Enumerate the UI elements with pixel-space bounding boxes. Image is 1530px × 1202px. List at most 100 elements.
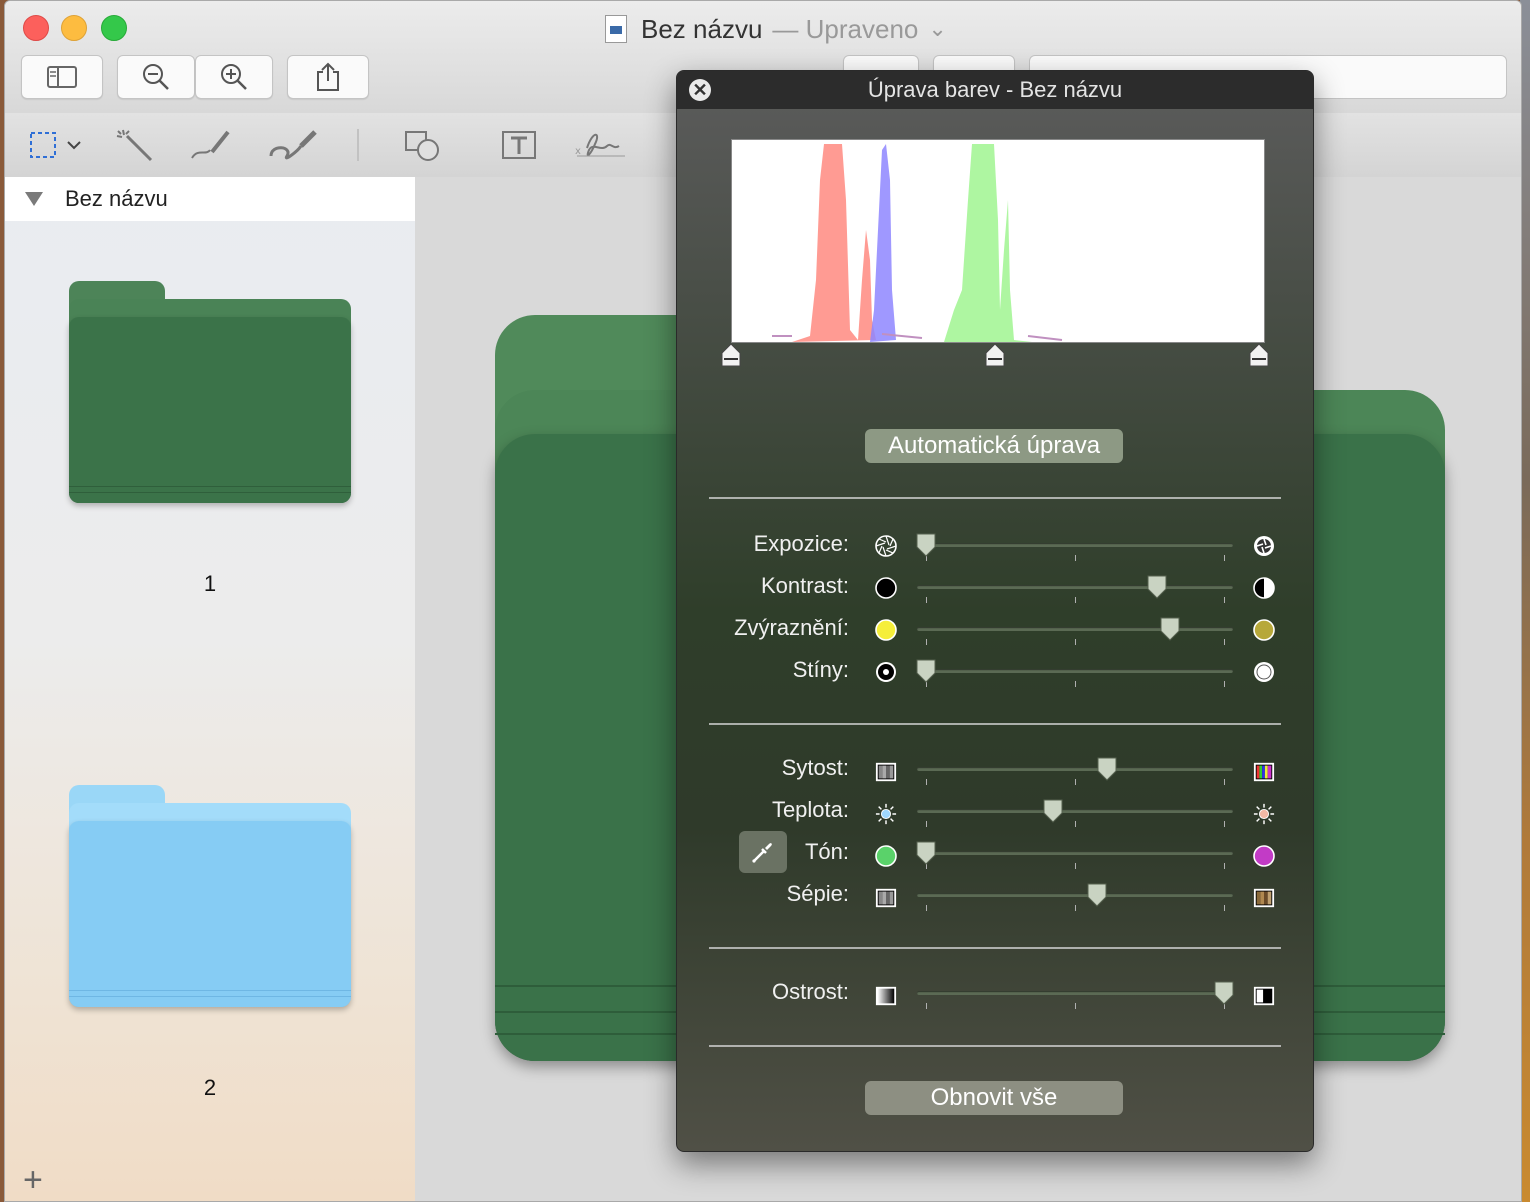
rect-select-tool[interactable] — [23, 125, 93, 165]
contrast-slider[interactable] — [917, 575, 1233, 603]
shadows-slider[interactable] — [916, 659, 1233, 687]
svg-text:x: x — [575, 146, 581, 157]
disclosure-triangle-icon[interactable] — [25, 192, 43, 206]
instant-alpha-icon — [116, 129, 153, 162]
white-point-handle[interactable] — [1249, 343, 1269, 367]
sepia-label: Sépie: — [786, 881, 849, 906]
sharpness-label: Ostrost: — [771, 979, 849, 1004]
sun-cool-icon — [875, 803, 897, 825]
sidebar-document-header[interactable]: Bez názvu — [5, 177, 415, 221]
temperature-slider[interactable] — [917, 799, 1233, 827]
minimize-window-button[interactable] — [61, 15, 87, 41]
sign-icon: x — [575, 133, 625, 157]
slider-tick — [926, 1003, 927, 1009]
slider-tick — [1075, 821, 1076, 827]
gray-swatch-icon — [875, 888, 897, 908]
zoom-out-icon — [143, 64, 169, 90]
circle-white-icon — [1254, 662, 1274, 682]
zoom-out-button[interactable] — [117, 55, 195, 99]
kontrast-slider-knob[interactable] — [1146, 575, 1168, 599]
zoom-in-button[interactable] — [195, 55, 273, 99]
reset-all-button[interactable]: Obnovit vše — [865, 1081, 1123, 1115]
panel-divider — [709, 497, 1281, 499]
slider-tick — [1224, 779, 1225, 785]
sharp-swatch-icon — [1253, 986, 1275, 1006]
contrast-label: Kontrast: — [760, 573, 849, 598]
slider-tick — [926, 821, 927, 827]
thumbnail-page-1[interactable] — [69, 281, 351, 503]
auto-levels-button[interactable]: Automatická úprava — [865, 429, 1123, 463]
thumbnail-page-2[interactable] — [69, 785, 351, 1007]
slider-tick — [1224, 639, 1225, 645]
instant-alpha-tool[interactable] — [113, 125, 157, 165]
rect-select-icon — [30, 132, 81, 158]
zoom-window-button[interactable] — [101, 15, 127, 41]
slider-tick — [1075, 863, 1076, 869]
saturation-slider[interactable] — [917, 757, 1233, 785]
slider-tick — [1224, 905, 1225, 911]
black-point-handle[interactable] — [721, 343, 741, 367]
panel-title: Úprava barev - Bez názvu — [867, 77, 1123, 102]
sepia-slider[interactable] — [917, 883, 1233, 911]
tint-eyedropper-button[interactable] — [739, 831, 787, 873]
slider-tick — [926, 905, 927, 911]
slider-tick — [1224, 863, 1225, 869]
slider-tick — [1075, 1003, 1076, 1009]
expozice-slider-knob[interactable] — [915, 533, 937, 557]
exposure-label: Expozice: — [753, 531, 849, 556]
teplota-slider-knob[interactable] — [1042, 799, 1064, 823]
sign-tool[interactable]: x — [573, 125, 629, 165]
slider-tick — [1075, 779, 1076, 785]
document-icon — [605, 15, 627, 43]
ton-slider-knob[interactable] — [915, 841, 937, 865]
window-title-text: Bez názvu — [641, 13, 763, 44]
thumbnail-label-2: 2 — [203, 1075, 217, 1100]
slider-tick — [1224, 681, 1225, 687]
title-chevron-icon: ⌄ — [928, 16, 947, 41]
window-edited-status: — Upraveno — [772, 13, 919, 44]
adjust-color-panel: ✕ Úprava barev - Bez názvu Automatická ú… — [676, 70, 1314, 1152]
half-circle-icon — [1253, 577, 1275, 599]
folder-line — [69, 491, 351, 493]
text-icon — [502, 131, 536, 159]
aperture-bright-icon — [1254, 536, 1274, 556]
slider-tick — [1224, 597, 1225, 603]
exposure-slider[interactable] — [916, 533, 1233, 561]
sepia-swatch-icon — [1253, 888, 1275, 908]
sepie-slider-knob[interactable] — [1086, 883, 1108, 907]
gradient-swatch-icon — [875, 986, 897, 1006]
draw-tool[interactable] — [267, 125, 321, 165]
text-tool[interactable] — [497, 125, 541, 165]
slider-tick — [1224, 821, 1225, 827]
sketch-tool[interactable] — [187, 125, 235, 165]
tint-slider[interactable] — [916, 841, 1233, 869]
histogram — [731, 139, 1265, 343]
slider-tick — [1075, 555, 1076, 561]
circle-olive-icon — [1253, 619, 1275, 641]
sytost-slider-knob[interactable] — [1096, 757, 1118, 781]
ostrost-slider-knob[interactable] — [1213, 981, 1235, 1005]
slider-tick — [1075, 639, 1076, 645]
sidebar-toggle-button[interactable] — [21, 55, 103, 99]
shapes-tool[interactable] — [401, 125, 445, 165]
sharpness-slider[interactable] — [917, 981, 1234, 1009]
stiny-slider-knob[interactable] — [915, 659, 937, 683]
panel-divider — [709, 1045, 1281, 1047]
folder-line — [69, 485, 351, 487]
share-button[interactable] — [287, 55, 369, 99]
shadows-label: Stíny: — [792, 657, 849, 682]
slider-tick — [926, 597, 927, 603]
add-page-button[interactable]: + — [23, 1161, 43, 1200]
panel-title-bar: ✕ Úprava barev - Bez názvu — [677, 71, 1313, 109]
histogram-graph — [772, 144, 1063, 342]
close-window-button[interactable] — [23, 15, 49, 41]
slider-tick — [926, 779, 927, 785]
panel-close-button[interactable]: ✕ — [689, 79, 711, 101]
folder-front — [69, 820, 351, 1007]
window-title[interactable]: Bez názvu — Upraveno ⌄ — [605, 13, 965, 45]
zvyrazneni-slider-knob[interactable] — [1159, 617, 1181, 641]
gamma-handle[interactable] — [985, 343, 1005, 367]
sidebar-document-title: Bez názvu — [65, 186, 168, 211]
sketch-icon — [191, 130, 230, 159]
highlights-slider[interactable] — [917, 617, 1233, 645]
